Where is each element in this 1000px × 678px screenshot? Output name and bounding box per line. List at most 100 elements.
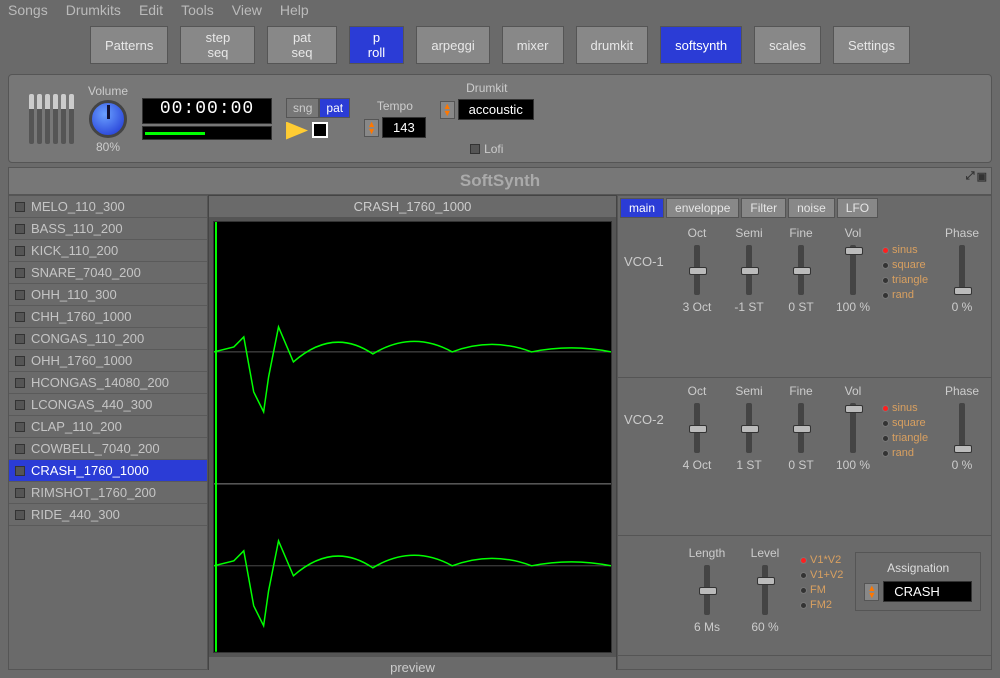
- level-slider[interactable]: [762, 565, 768, 615]
- sample-checkbox[interactable]: [15, 246, 25, 256]
- wave-option-FM2[interactable]: FM2: [800, 599, 843, 611]
- sample-item[interactable]: CONGAS_110_200: [9, 328, 207, 350]
- sample-item[interactable]: LCONGAS_440_300: [9, 394, 207, 416]
- sample-checkbox[interactable]: [15, 334, 25, 344]
- menu-tools[interactable]: Tools: [181, 2, 214, 18]
- preview-button[interactable]: preview: [209, 657, 616, 678]
- vco1-vol-slider[interactable]: [850, 245, 856, 295]
- sample-item[interactable]: SNARE_7040_200: [9, 262, 207, 284]
- tempo-spinner[interactable]: ▲▼: [364, 119, 379, 137]
- wave-option-rand[interactable]: rand: [882, 447, 928, 459]
- toolbar-pat-seq[interactable]: pat seq: [267, 26, 336, 64]
- window-restore-icon[interactable]: ⤢: [966, 170, 975, 183]
- volume-knob[interactable]: [89, 100, 127, 138]
- drumkit-value[interactable]: accoustic: [458, 99, 534, 120]
- vco2-semi-slider[interactable]: [746, 403, 752, 453]
- sample-item[interactable]: COWBELL_7040_200: [9, 438, 207, 460]
- synth-tab-LFO[interactable]: LFO: [837, 198, 878, 218]
- sample-item[interactable]: RIMSHOT_1760_200: [9, 482, 207, 504]
- toolbar-mixer[interactable]: mixer: [502, 26, 564, 64]
- play-button[interactable]: [286, 122, 308, 140]
- wave-option-V1+V2[interactable]: V1+V2: [800, 569, 843, 581]
- vco2-phase-slider[interactable]: [959, 403, 965, 453]
- sample-checkbox[interactable]: [15, 312, 25, 322]
- lofi-checkbox[interactable]: [470, 144, 480, 154]
- vco2-oct-slider[interactable]: [694, 403, 700, 453]
- assignation-box: Assignation ▲▼ CRASH: [855, 552, 981, 611]
- toolbar-arpeggi[interactable]: arpeggi: [416, 26, 489, 64]
- wave-option-triangle[interactable]: triangle: [882, 274, 928, 286]
- toolbar-drumkit[interactable]: drumkit: [576, 26, 649, 64]
- sample-item[interactable]: OHH_110_300: [9, 284, 207, 306]
- sample-checkbox[interactable]: [15, 268, 25, 278]
- length-label: Length: [689, 546, 726, 560]
- vco1-fine-slider[interactable]: [798, 245, 804, 295]
- radio-icon: [882, 450, 889, 457]
- toolbar-Patterns[interactable]: Patterns: [90, 26, 168, 64]
- synth-tab-main[interactable]: main: [620, 198, 664, 218]
- stop-button[interactable]: [312, 122, 328, 138]
- sample-checkbox[interactable]: [15, 400, 25, 410]
- wave-option-V1*V2[interactable]: V1*V2: [800, 554, 843, 566]
- wave-option-label: sinus: [892, 402, 918, 414]
- toolbar-Settings[interactable]: Settings: [833, 26, 910, 64]
- wave-option-square[interactable]: square: [882, 259, 928, 271]
- wave-option-FM[interactable]: FM: [800, 584, 843, 596]
- menu-view[interactable]: View: [232, 2, 262, 18]
- toolbar-softsynth[interactable]: softsynth: [660, 26, 742, 64]
- sample-checkbox[interactable]: [15, 422, 25, 432]
- sample-item[interactable]: CLAP_110_200: [9, 416, 207, 438]
- wave-option-label: FM2: [810, 599, 832, 611]
- sample-item[interactable]: CHH_1760_1000: [9, 306, 207, 328]
- menu-drumkits[interactable]: Drumkits: [66, 2, 121, 18]
- vco1-phase-label: Phase: [945, 226, 979, 240]
- vco1-vol-label: Vol: [845, 226, 862, 240]
- menu-edit[interactable]: Edit: [139, 2, 163, 18]
- sample-checkbox[interactable]: [15, 202, 25, 212]
- sample-item[interactable]: MELO_110_300: [9, 196, 207, 218]
- assignation-spinner[interactable]: ▲▼: [864, 583, 879, 601]
- wave-option-sinus[interactable]: sinus: [882, 402, 928, 414]
- drumkit-spinner[interactable]: ▲▼: [440, 101, 455, 119]
- toolbar-step-seq[interactable]: step seq: [180, 26, 255, 64]
- section-title-bar: SoftSynth ⤢ ▣: [8, 167, 992, 195]
- sample-item[interactable]: HCONGAS_14080_200: [9, 372, 207, 394]
- wave-option-rand[interactable]: rand: [882, 289, 928, 301]
- vco1-semi-slider[interactable]: [746, 245, 752, 295]
- sample-checkbox[interactable]: [15, 378, 25, 388]
- progress-bar[interactable]: [142, 126, 272, 140]
- vco1-phase-slider[interactable]: [959, 245, 965, 295]
- menu-songs[interactable]: Songs: [8, 2, 48, 18]
- sample-item[interactable]: CRASH_1760_1000: [9, 460, 207, 482]
- sample-item[interactable]: OHH_1760_1000: [9, 350, 207, 372]
- sample-item[interactable]: BASS_110_200: [9, 218, 207, 240]
- vco2-vol-slider[interactable]: [850, 403, 856, 453]
- sample-checkbox[interactable]: [15, 444, 25, 454]
- waveform-display[interactable]: [213, 221, 612, 653]
- synth-tab-enveloppe[interactable]: enveloppe: [666, 198, 739, 218]
- menu-help[interactable]: Help: [280, 2, 309, 18]
- sample-item[interactable]: KICK_110_200: [9, 240, 207, 262]
- mode-pat[interactable]: pat: [319, 98, 350, 118]
- toolbar-scales[interactable]: scales: [754, 26, 821, 64]
- sample-checkbox[interactable]: [15, 356, 25, 366]
- window-maximize-icon[interactable]: ▣: [977, 170, 987, 183]
- tempo-value[interactable]: 143: [382, 117, 426, 138]
- sample-checkbox[interactable]: [15, 224, 25, 234]
- synth-tab-Filter[interactable]: Filter: [741, 198, 786, 218]
- sample-checkbox[interactable]: [15, 466, 25, 476]
- mode-sng[interactable]: sng: [286, 98, 319, 118]
- synth-tab-noise[interactable]: noise: [788, 198, 835, 218]
- sample-checkbox[interactable]: [15, 510, 25, 520]
- length-slider[interactable]: [704, 565, 710, 615]
- vco1-oct-slider[interactable]: [694, 245, 700, 295]
- assignation-value[interactable]: CRASH: [883, 581, 972, 602]
- sample-checkbox[interactable]: [15, 488, 25, 498]
- sample-item[interactable]: RIDE_440_300: [9, 504, 207, 526]
- sample-checkbox[interactable]: [15, 290, 25, 300]
- wave-option-triangle[interactable]: triangle: [882, 432, 928, 444]
- wave-option-sinus[interactable]: sinus: [882, 244, 928, 256]
- vco2-fine-slider[interactable]: [798, 403, 804, 453]
- wave-option-square[interactable]: square: [882, 417, 928, 429]
- toolbar-p-roll[interactable]: p roll: [349, 26, 405, 64]
